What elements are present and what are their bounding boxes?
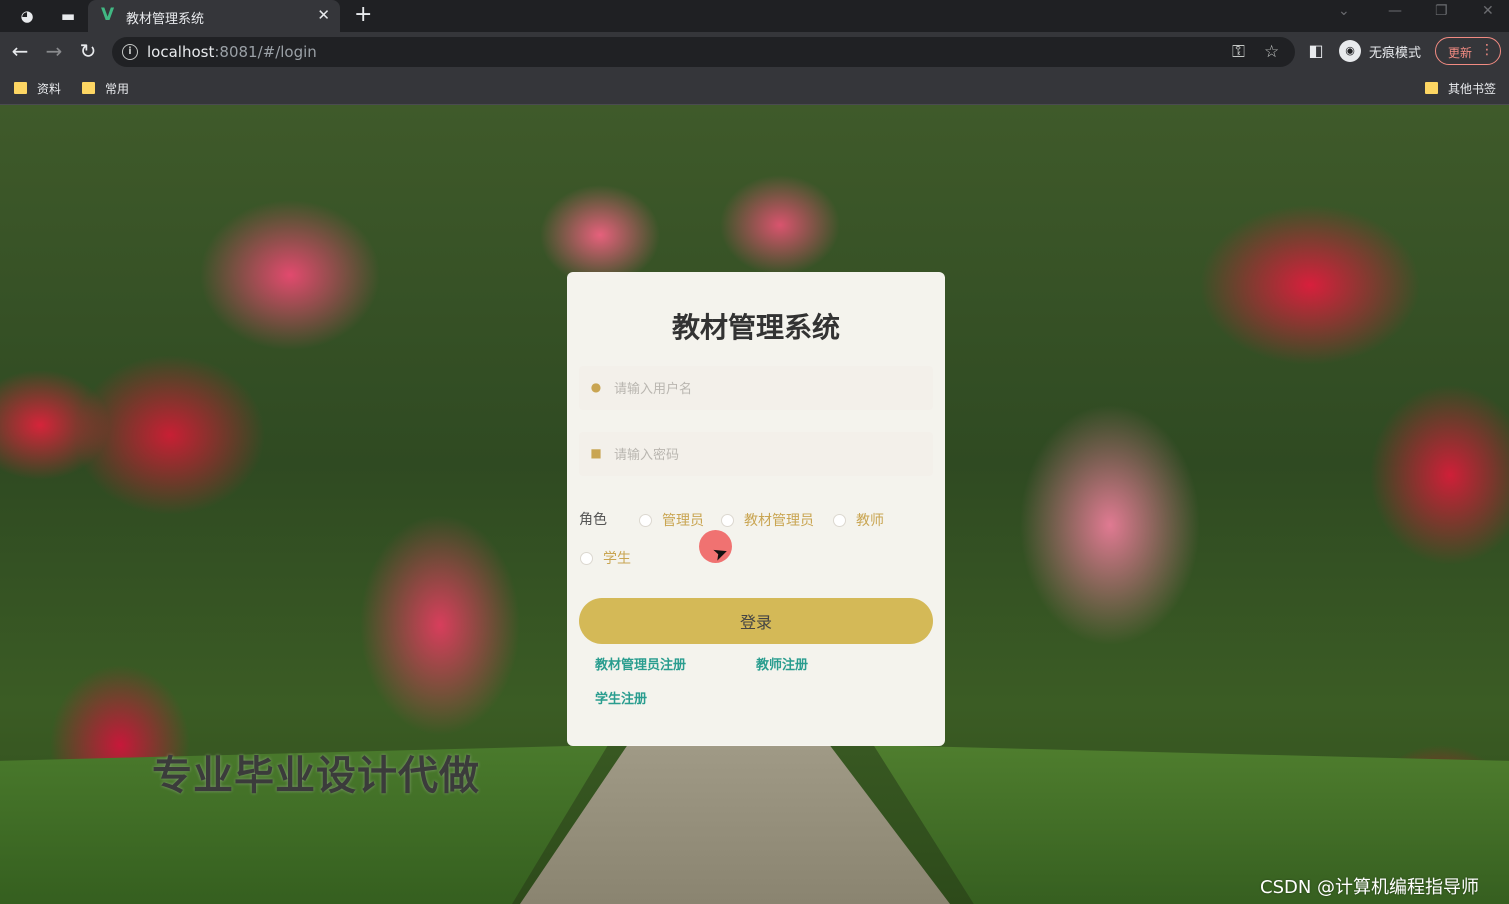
user-icon: ● (590, 380, 602, 394)
tab-search-icon[interactable]: ▬ (58, 6, 78, 26)
update-label: 更新 (1448, 46, 1473, 60)
side-panel-icon[interactable]: ◧ (1304, 39, 1328, 63)
login-card: 教材管理系统 ● ■ 角色 管理员 教材管理员 教师 学生 登录 教材管理员注册 (567, 272, 945, 746)
address-bar[interactable]: i localhost:8081/#/login ⚿ ☆ (112, 37, 1295, 67)
password-input[interactable] (612, 432, 926, 478)
folder-icon (1425, 82, 1438, 94)
other-bookmarks[interactable]: 其他书签 (1425, 79, 1496, 97)
menu-dots-icon: ⋮ (1480, 42, 1494, 58)
chrome-logo-icon[interactable]: ◕ (17, 6, 37, 26)
radio-icon[interactable] (833, 513, 846, 527)
teacher-register-link[interactable]: 教师注册 (756, 654, 808, 673)
tab-title: 教材管理系统 (126, 12, 205, 27)
material-admin-register-link[interactable]: 教材管理员注册 (595, 654, 686, 673)
tab-close-icon[interactable]: ✕ (317, 6, 330, 24)
update-button[interactable]: 更新 ⋮ (1435, 37, 1501, 65)
username-field: ● (579, 366, 933, 412)
watermark-text: 专业毕业设计代做 (152, 753, 480, 799)
radio-icon[interactable] (580, 551, 593, 565)
login-page: 专业毕业设计代做 CSDN @计算机编程指导师 教材管理系统 ● ■ 角色 管理… (0, 105, 1509, 904)
student-register-link[interactable]: 学生注册 (595, 688, 647, 707)
radio-icon[interactable] (721, 513, 734, 527)
incognito-profile[interactable]: ◉ 无痕模式 (1339, 36, 1421, 66)
login-button[interactable]: 登录 (579, 598, 933, 644)
url-text[interactable]: localhost:8081/#/login (147, 43, 317, 61)
bookmark-star-icon[interactable]: ☆ (1264, 41, 1279, 63)
active-tab[interactable]: V 教材管理系统 ✕ (88, 0, 340, 32)
role-option-student[interactable]: 学生 (580, 548, 631, 568)
username-input[interactable] (612, 366, 926, 412)
lock-icon: ■ (590, 446, 602, 460)
new-tab-button[interactable]: + (354, 3, 372, 27)
vue-favicon-icon: V (101, 5, 115, 25)
tab-list-icon[interactable]: ⌄ (1338, 3, 1350, 19)
role-option-admin[interactable]: 管理员 (639, 510, 704, 530)
close-window-icon[interactable]: ✕ (1482, 3, 1494, 19)
bookmark-folder-common[interactable]: 常用 (82, 79, 129, 97)
incognito-icon: ◉ (1339, 40, 1361, 62)
role-label: 角色 (579, 512, 607, 528)
reload-icon[interactable]: ↻ (76, 39, 100, 63)
bookmarks-bar: 资料 常用 其他书签 (0, 72, 1509, 105)
back-icon[interactable]: ← (8, 39, 32, 63)
site-info-icon[interactable]: i (122, 44, 138, 60)
role-option-teacher[interactable]: 教师 (833, 510, 884, 530)
restore-icon[interactable]: ❐ (1435, 3, 1448, 19)
credit-text: CSDN @计算机编程指导师 (1260, 877, 1480, 898)
profile-label: 无痕模式 (1369, 45, 1422, 61)
password-field: ■ (579, 432, 933, 478)
password-key-icon[interactable]: ⚿ (1232, 41, 1245, 63)
role-option-material-admin[interactable]: 教材管理员 (721, 510, 814, 530)
tab-strip: ◕ ▬ V 教材管理系统 ✕ + ⌄ — ❐ ✕ (0, 0, 1509, 32)
minimize-icon[interactable]: — (1388, 3, 1402, 19)
folder-icon (14, 82, 27, 94)
browser-toolbar: ← → ↻ i localhost:8081/#/login ⚿ ☆ ◧ ◉ 无… (0, 32, 1509, 72)
system-title: 教材管理系统 (671, 311, 840, 344)
folder-icon (82, 82, 95, 94)
forward-icon[interactable]: → (42, 39, 66, 63)
bookmark-folder-resources[interactable]: 资料 (14, 79, 61, 97)
radio-icon[interactable] (639, 513, 652, 527)
